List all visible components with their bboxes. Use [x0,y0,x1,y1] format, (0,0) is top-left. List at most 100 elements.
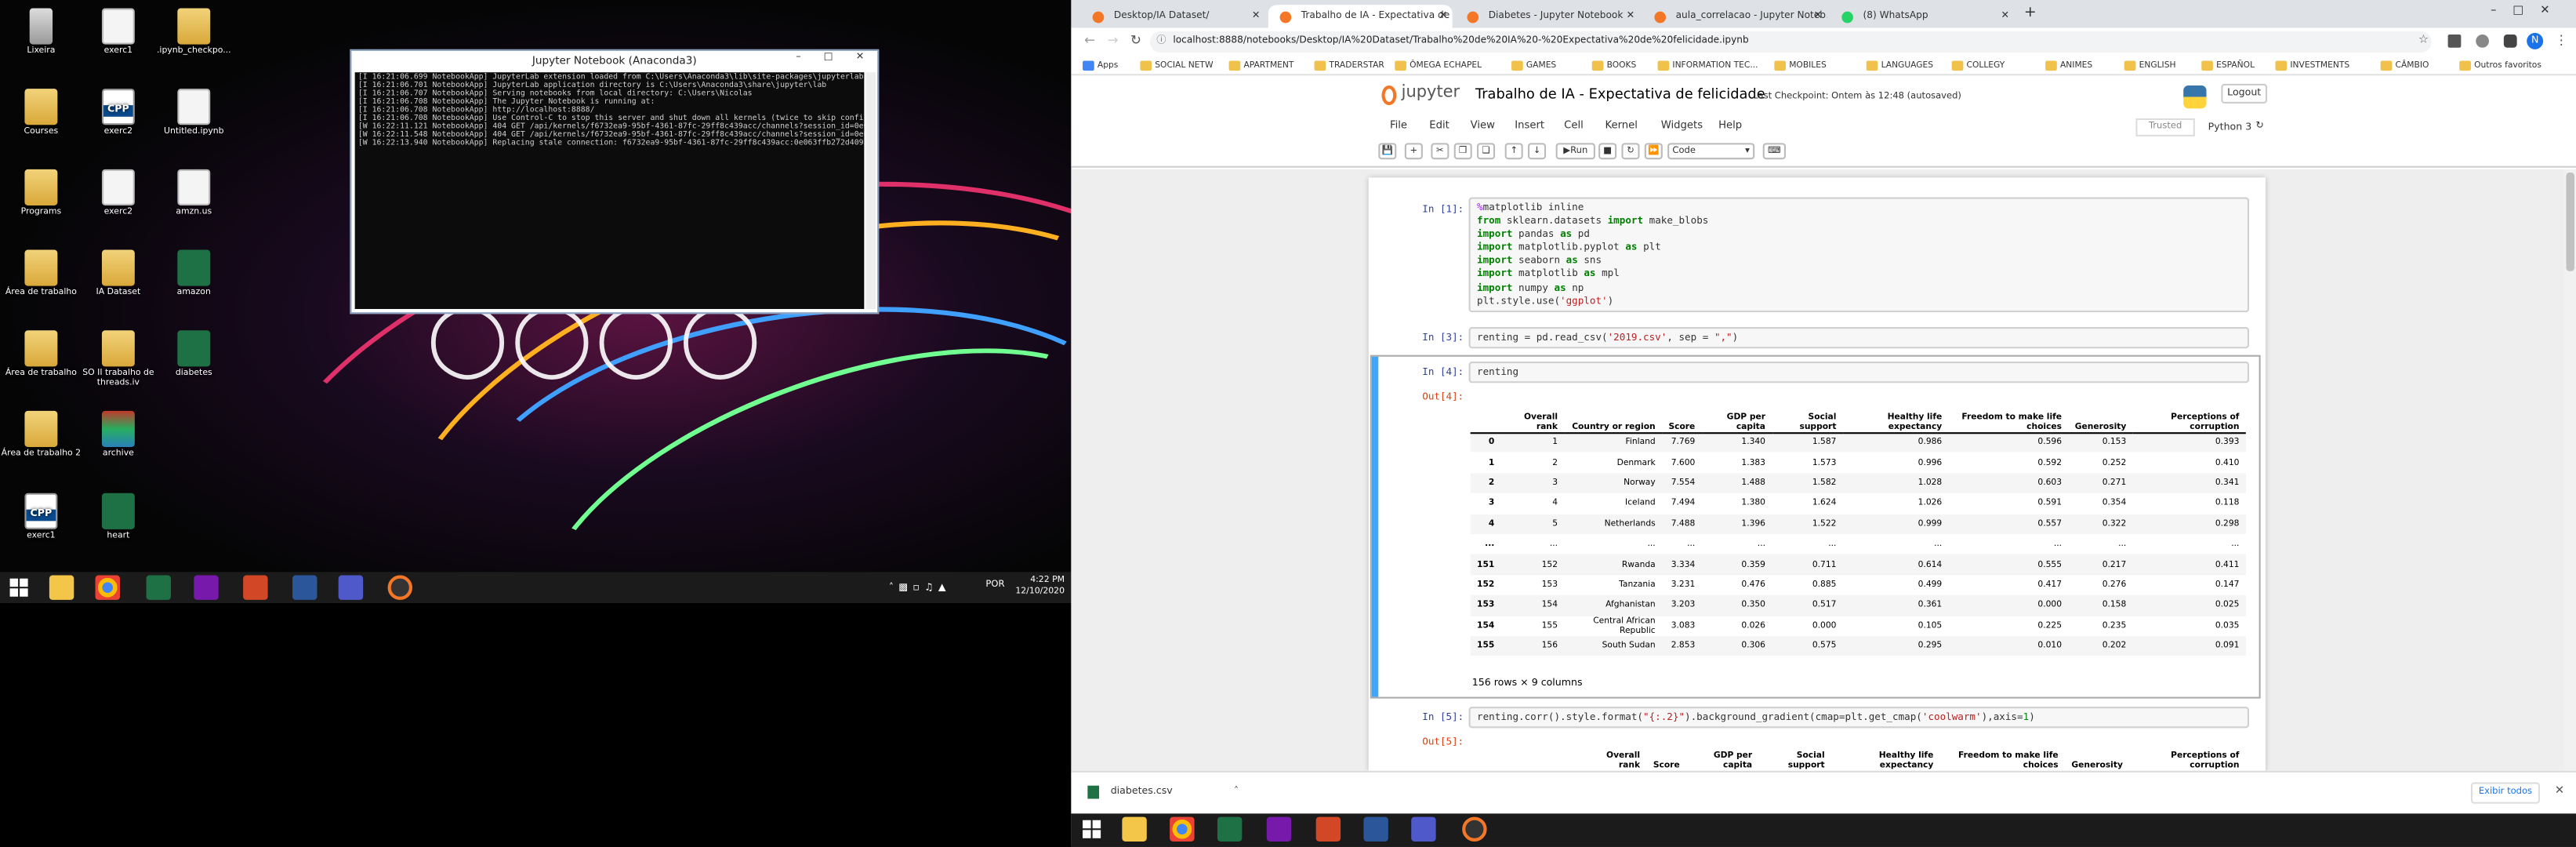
desktop-icon[interactable]: Área de trabalho [0,330,82,380]
chrome-icon-2[interactable] [1170,816,1195,842]
desktop-icon[interactable]: exerc2 [77,169,159,219]
bookmark-item[interactable]: COLLEGY [1951,57,2005,74]
start-button-2[interactable] [1079,817,1104,842]
teams-icon-2[interactable] [1411,816,1436,842]
desktop-icon[interactable]: Área de trabalho 2 [0,410,82,460]
save-button[interactable]: 💾 [1378,143,1397,160]
profile-avatar[interactable]: N [2527,32,2544,49]
tab-close-icon[interactable]: ✕ [1814,5,1823,27]
move-up-button[interactable]: ↑ [1504,143,1523,160]
bookmark-item[interactable]: ÔMEGA ECHAPEL [1395,57,1482,74]
code-cell-4[interactable]: In [4]: renting [1381,362,2250,384]
desktop-icon[interactable]: CPP exerc1 [0,493,82,543]
powerpoint-icon-2[interactable] [1315,816,1341,842]
tab-close-icon[interactable]: ✕ [1627,5,1635,27]
word-icon-2[interactable] [1363,816,1388,842]
extension-icon[interactable] [2447,35,2462,48]
browser-tab[interactable]: Desktop/IA Dataset/ ✕ [1081,5,1265,27]
jupyter-console-window[interactable]: Jupyter Notebook (Anaconda3) – □ ✕ [I 16… [350,49,880,314]
menu-widgets[interactable]: Widgets [1661,120,1703,132]
code-editor[interactable]: renting [1468,362,2250,384]
code-editor[interactable]: renting = pd.read_csv('2019.csv', sep = … [1468,327,2250,349]
chevron-up-icon[interactable]: ˄ [1234,786,1239,798]
code-cell-5[interactable]: In [5]: renting.corr().style.format("{:.… [1381,707,2250,729]
browser-tab[interactable]: (8) WhatsApp ✕ [1830,5,2015,27]
window-controls-browser[interactable]: –□✕ [2491,3,2566,16]
chrome-icon[interactable] [95,575,120,600]
bookmark-item[interactable]: SOCIAL NETW [1140,57,1214,74]
desktop-icon[interactable]: CPP exerc2 [77,89,159,138]
jupyter-logo-icon[interactable] [1381,85,1397,106]
bookmark-item[interactable]: TRADERSTAR [1314,57,1384,74]
bookmark-item[interactable]: GAMES [1511,57,1556,74]
excel-icon[interactable] [146,575,171,600]
browser-tab[interactable]: Trabalho de IA - Expectativa de f ✕ [1268,5,1453,28]
bookmark-item[interactable]: MOBILES [1774,57,1827,74]
code-cell-3[interactable]: In [3]: renting = pd.read_csv('2019.csv'… [1381,327,2250,349]
tray-icons[interactable]: ˄▩▫♫▲ [889,582,951,594]
jupyter-taskbar-icon-2[interactable] [1462,816,1487,842]
desktop-icon[interactable]: amzn.us [153,169,235,219]
window-controls[interactable]: – □ ✕ [796,51,874,63]
word-icon[interactable] [292,575,317,600]
restart-button[interactable]: ↻ [1621,143,1640,160]
back-icon[interactable]: ← [1084,33,1095,48]
menu-insert[interactable]: Insert [1515,120,1544,132]
desktop-icon[interactable]: Área de trabalho [0,249,82,300]
code-editor[interactable]: %matplotlib inline from sklearn.datasets… [1468,197,2250,313]
show-all-button[interactable]: Exibir todos [2470,782,2540,804]
jupyter-logo-text[interactable]: jupyter [1402,84,1460,102]
bookmark-item[interactable]: Apps [1083,57,1118,74]
code-editor[interactable]: renting.corr().style.format("{:.2}").bac… [1468,707,2250,729]
bookmark-item[interactable]: APARTMENT [1228,57,1293,74]
download-filename[interactable]: diabetes.csv [1111,786,1173,798]
other-bookmarks[interactable]: Outros favoritos [2459,57,2542,74]
command-palette-button[interactable]: ⌨ [1762,143,1787,160]
browser-tab[interactable]: Diabetes - Jupyter Notebook ✕ [1456,5,1640,27]
desktop-icon[interactable]: archive [77,410,159,460]
logout-button[interactable]: Logout [2221,83,2268,104]
page-scrollbar[interactable] [2564,169,2576,771]
jupyter-taskbar-icon[interactable] [387,575,413,600]
code-cell-1[interactable]: In [1]: %matplotlib inline from sklearn.… [1381,197,2250,313]
excel-icon-2[interactable] [1217,816,1243,842]
menu-icon[interactable]: ⋮ [2555,33,2568,48]
desktop-icon[interactable]: amazon [153,249,235,300]
bookmark-item[interactable]: ESPAÑOL [2201,57,2255,74]
desktop-icon[interactable]: heart [77,493,159,543]
tab-close-icon[interactable]: ✕ [2001,5,2009,27]
bookmark-item[interactable]: INFORMATION TEC... [1657,57,1758,74]
file-explorer-icon[interactable] [49,575,74,600]
desktop-icon[interactable]: exerc1 [77,8,159,57]
forward-icon[interactable]: → [1108,33,1119,48]
onenote-icon[interactable] [194,575,219,600]
puzzle-icon[interactable] [2503,35,2517,48]
reload-icon[interactable]: ↻ [1130,33,1141,48]
bookmark-item[interactable]: INVESTMENTS [2275,57,2349,74]
cut-button[interactable]: ✂ [1431,143,1449,160]
new-tab-button[interactable]: + [2024,5,2037,21]
bookmark-item[interactable]: LANGUAGES [1866,57,1933,74]
file-explorer-icon-2[interactable] [1122,816,1147,842]
run-button[interactable]: ▶Run [1555,143,1595,160]
desktop-icon[interactable]: Untitled.ipynb [153,89,235,138]
tab-close-icon[interactable]: ✕ [1439,5,1448,27]
notebook-title[interactable]: Trabalho de IA - Expectativa de felicida… [1475,87,1765,104]
desktop-icon[interactable]: diabetes [153,330,235,380]
menu-cell[interactable]: Cell [1564,120,1584,132]
console-scrollbar[interactable] [865,72,876,309]
menu-view[interactable]: View [1471,120,1495,132]
copy-button[interactable]: ❐ [1453,143,1472,160]
paste-button[interactable]: ❏ [1477,143,1496,160]
trusted-indicator[interactable]: Trusted [2135,118,2195,136]
start-button[interactable] [6,575,31,599]
tab-close-icon[interactable]: ✕ [1252,5,1261,27]
star-icon[interactable]: ☆ [2418,33,2429,46]
desktop-icon[interactable]: Lixeira [0,8,82,57]
menu-help[interactable]: Help [1718,120,1742,132]
clock[interactable]: 4:22 PM 12/10/2020 [1015,575,1065,596]
desktop-icon[interactable]: Courses [0,89,82,138]
interrupt-button[interactable]: ■ [1598,143,1617,160]
address-bar[interactable]: ⓘ localhost:8888/notebooks/Desktop/IA%20D… [1149,31,2432,53]
move-down-button[interactable]: ↓ [1528,143,1547,160]
